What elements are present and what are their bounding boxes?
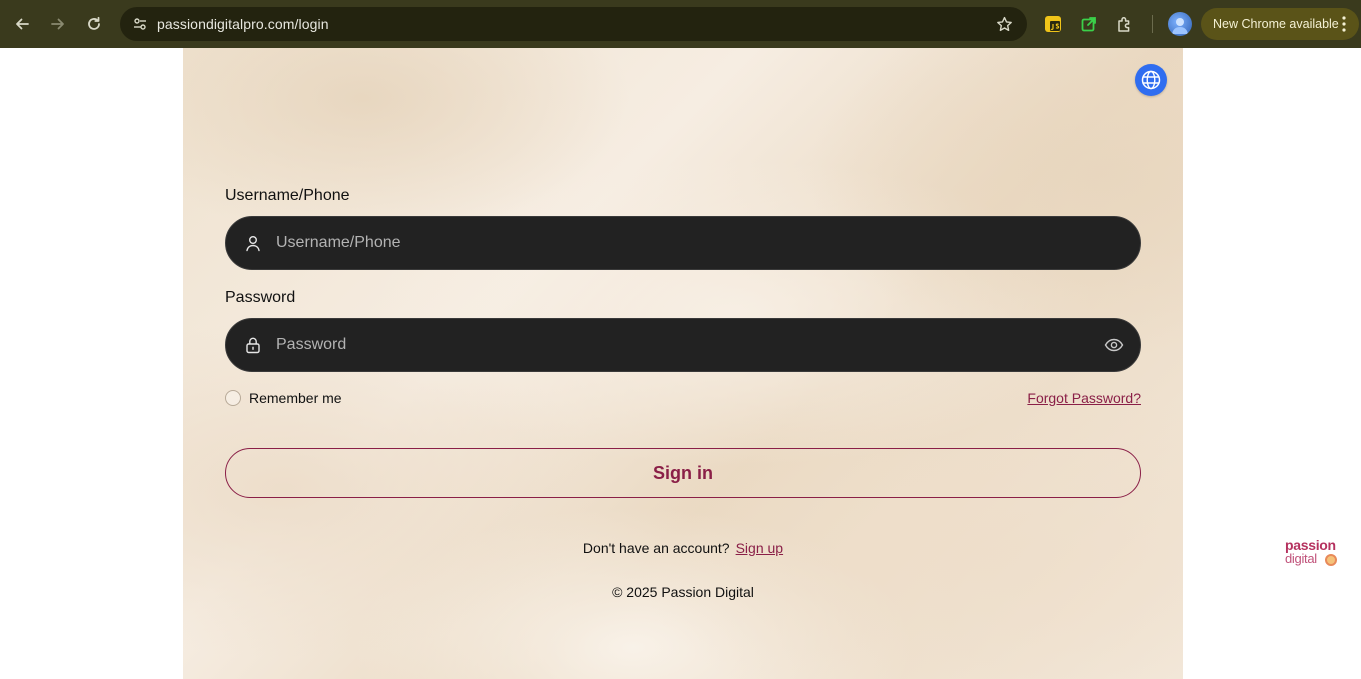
extensions-menu-button[interactable] xyxy=(1113,12,1137,36)
sign-in-button[interactable]: Sign in xyxy=(225,448,1141,498)
tune-icon xyxy=(134,18,146,30)
forgot-password-link[interactable]: Forgot Password? xyxy=(1027,390,1141,406)
bookmark-button[interactable] xyxy=(993,13,1015,35)
username-field[interactable] xyxy=(225,216,1141,270)
password-label: Password xyxy=(225,289,296,306)
chrome-update-button[interactable]: New Chrome available xyxy=(1201,8,1359,40)
remember-me-radio[interactable] xyxy=(225,390,241,406)
url-text[interactable]: passiondigitalpro.com/login xyxy=(157,16,329,32)
password-input[interactable] xyxy=(276,319,1096,371)
arrow-left-icon xyxy=(16,18,29,30)
remember-me-label[interactable]: Remember me xyxy=(249,390,342,406)
browser-toolbar: passiondigitalpro.com/login New Chrome a… xyxy=(0,0,1361,48)
signup-row: Don't have an account? Sign up xyxy=(0,540,1361,556)
globe-icon xyxy=(1141,70,1161,90)
profile-icon xyxy=(1172,18,1188,34)
reload-icon xyxy=(88,16,100,30)
extension-js-button[interactable] xyxy=(1041,12,1065,36)
logo-dot-icon xyxy=(1325,554,1337,566)
reload-button[interactable] xyxy=(82,12,106,36)
toolbar-divider xyxy=(1152,15,1153,33)
remember-me[interactable]: Remember me xyxy=(225,390,342,406)
chrome-update-label: New Chrome available xyxy=(1213,17,1339,31)
logo-line-2: digital xyxy=(1285,551,1317,566)
username-input[interactable] xyxy=(276,217,1096,269)
no-account-text: Don't have an account? xyxy=(582,540,730,556)
show-password-button[interactable] xyxy=(1102,334,1126,356)
language-button[interactable] xyxy=(1135,64,1167,96)
user-icon xyxy=(242,232,264,254)
js-extension-icon xyxy=(1045,16,1061,32)
address-bar[interactable]: passiondigitalpro.com/login xyxy=(120,7,1027,41)
passion-digital-logo[interactable]: passion digital xyxy=(1284,537,1340,569)
lock-icon xyxy=(242,334,264,356)
back-button[interactable] xyxy=(10,12,34,36)
extension-share-button[interactable] xyxy=(1077,12,1101,36)
eye-icon xyxy=(1104,338,1124,352)
arrow-right-icon xyxy=(51,18,64,30)
more-vert-icon xyxy=(1342,16,1346,32)
share-extension-icon xyxy=(1081,17,1096,32)
username-label: Username/Phone xyxy=(225,187,350,204)
copyright-text: © 2025 Passion Digital xyxy=(612,584,754,600)
profile-avatar[interactable] xyxy=(1168,12,1192,36)
forward-button[interactable] xyxy=(46,12,70,36)
password-field[interactable] xyxy=(225,318,1141,372)
star-icon xyxy=(996,16,1012,31)
sign-up-link[interactable]: Sign up xyxy=(736,540,783,556)
site-info-button[interactable] xyxy=(128,12,152,36)
puzzle-icon xyxy=(1118,16,1130,32)
